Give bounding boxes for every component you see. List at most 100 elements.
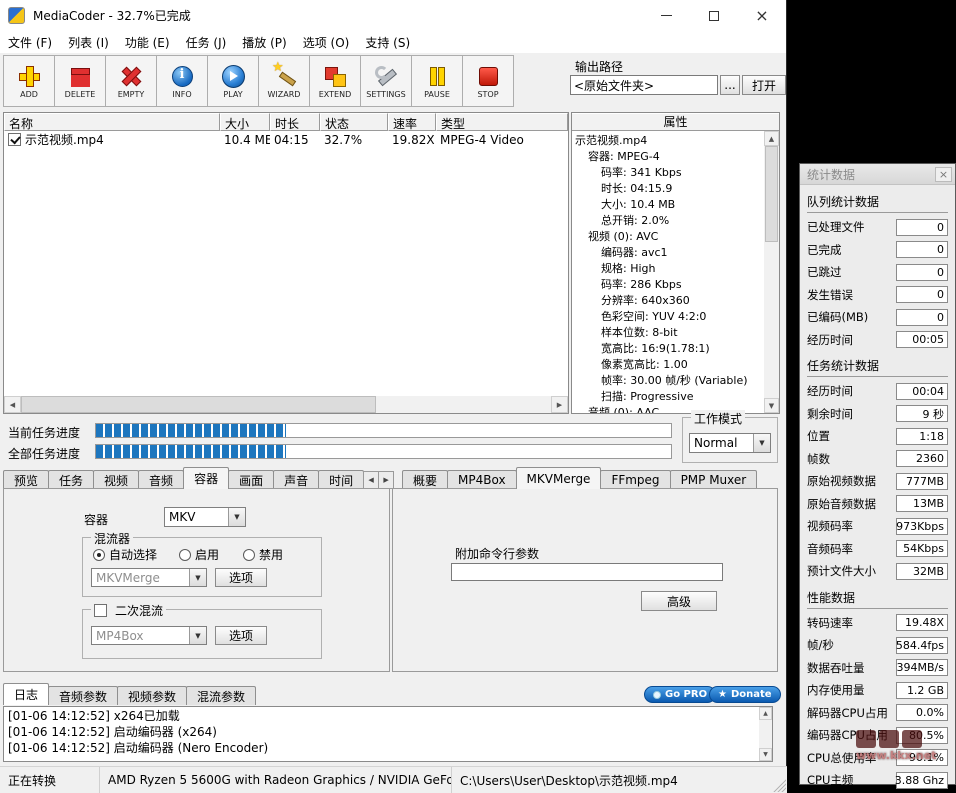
column-header-size[interactable]: 大小	[220, 113, 270, 131]
menu-item[interactable]: 支持 (S)	[357, 32, 418, 53]
donate-button[interactable]: ★ Donate	[709, 686, 781, 703]
property-tree-item[interactable]: 视频 (0): AVC	[572, 229, 764, 245]
property-tree-item[interactable]: 大小: 10.4 MB	[572, 197, 764, 213]
second-mux-options-button[interactable]: 选项	[215, 626, 267, 645]
tab-video[interactable]: 视频	[93, 470, 139, 489]
output-path-input[interactable]	[570, 75, 718, 95]
titlebar[interactable]: MediaCoder - 32.7%已完成 ×	[0, 0, 786, 31]
toolbar-button[interactable]: PLAY	[207, 55, 259, 107]
tab-picture[interactable]: 画面	[228, 470, 274, 489]
go-pro-button[interactable]: Go PRO	[644, 686, 716, 703]
property-tree-item[interactable]: 分辨率: 640x360	[572, 293, 764, 309]
radio-auto-select[interactable]: 自动选择	[93, 546, 157, 563]
tab-preview[interactable]: 预览	[3, 470, 49, 489]
tab-audio[interactable]: 音频	[138, 470, 184, 489]
tab-ffmpeg[interactable]: FFmpeg	[600, 470, 670, 489]
toolbar-button[interactable]: EXTEND	[309, 55, 361, 107]
scroll-right-icon[interactable]: ▶	[551, 396, 568, 413]
scroll-down-icon[interactable]: ▼	[764, 398, 779, 413]
tab-log[interactable]: 日志	[3, 683, 49, 705]
toolbar-button[interactable]: INFO	[156, 55, 208, 107]
tab-mp4box[interactable]: MP4Box	[447, 470, 517, 489]
property-tree-item[interactable]: 编码器: avc1	[572, 245, 764, 261]
radio-disable[interactable]: 禁用	[243, 546, 283, 563]
work-mode-select[interactable]: Normal ▼	[689, 433, 771, 453]
tab-container[interactable]: 容器	[183, 467, 229, 489]
toolbar-button[interactable]: DELETE	[54, 55, 106, 107]
container-format-select[interactable]: MKV ▼	[164, 507, 246, 527]
column-header-type[interactable]: 类型	[436, 113, 568, 131]
menu-item[interactable]: 播放 (P)	[234, 32, 294, 53]
muxer-options-button[interactable]: 选项	[215, 568, 267, 587]
scroll-up-icon[interactable]: ▲	[764, 131, 779, 146]
file-checkbox[interactable]	[8, 133, 21, 146]
toolbar-button[interactable]: ADD	[3, 55, 55, 107]
toolbar-button[interactable]: WIZARD	[258, 55, 310, 107]
toolbar-button[interactable]: STOP	[462, 55, 514, 107]
extra-params-input[interactable]	[451, 563, 723, 581]
column-header-rate[interactable]: 速率	[388, 113, 436, 131]
tab-mux-params[interactable]: 混流参数	[186, 686, 256, 705]
advanced-button[interactable]: 高级	[641, 591, 717, 611]
resize-grip[interactable]	[773, 779, 786, 792]
tab-time[interactable]: 时间	[318, 470, 364, 489]
tab-pmp-muxer[interactable]: PMP Muxer	[670, 470, 758, 489]
table-row[interactable]: 示范视频.mp4 10.4 MB 04:15 32.7% 19.82X MPEG…	[4, 131, 568, 148]
tab-mkvmerge[interactable]: MKVMerge	[516, 467, 602, 489]
property-tree-item[interactable]: 总开销: 2.0%	[572, 213, 764, 229]
column-header-name[interactable]: 名称	[4, 113, 220, 131]
property-tree-item[interactable]: 规格: High	[572, 261, 764, 277]
radio-enable[interactable]: 启用	[179, 546, 219, 563]
menu-item[interactable]: 列表 (I)	[60, 32, 117, 53]
toolbar-button[interactable]: PAUSE	[411, 55, 463, 107]
tab-task[interactable]: 任务	[48, 470, 94, 489]
minimize-button[interactable]	[642, 0, 690, 31]
property-tree-item[interactable]: 扫描: Progressive	[572, 389, 764, 405]
horizontal-scrollbar[interactable]: ◀ ▶	[4, 396, 568, 413]
tab-summary[interactable]: 概要	[402, 470, 448, 489]
property-tree-item[interactable]: 容器: MPEG-4	[572, 149, 764, 165]
scrollbar-thumb[interactable]	[765, 146, 778, 242]
open-button[interactable]: 打开	[742, 75, 786, 95]
mkvmerge-panel: 附加命令行参数 高级	[392, 488, 778, 672]
stats-value: 0	[896, 286, 948, 303]
tab-scroll-right-icon[interactable]: ▶	[378, 471, 394, 489]
log-scrollbar[interactable]: ▲ ▼	[759, 707, 772, 761]
tab-sound[interactable]: 声音	[273, 470, 319, 489]
menu-item[interactable]: 任务 (J)	[178, 32, 235, 53]
tab-audio-params[interactable]: 音频参数	[48, 686, 118, 705]
vertical-scrollbar[interactable]: ▲ ▼	[764, 131, 779, 413]
scroll-down-icon[interactable]: ▼	[759, 748, 772, 761]
property-tree-item[interactable]: 码率: 286 Kbps	[572, 277, 764, 293]
close-icon[interactable]: ×	[935, 167, 952, 182]
property-tree-item[interactable]: 色彩空间: YUV 4:2:0	[572, 309, 764, 325]
property-tree-item[interactable]: 帧率: 30.00 帧/秒 (Variable)	[572, 373, 764, 389]
property-tree-item[interactable]: 码率: 341 Kbps	[572, 165, 764, 181]
property-tree-item[interactable]: 宽高比: 16:9(1.78:1)	[572, 341, 764, 357]
current-progress-fill	[96, 424, 286, 437]
column-header-status[interactable]: 状态	[320, 113, 388, 131]
tab-scroll-left-icon[interactable]: ◀	[363, 471, 379, 489]
scroll-left-icon[interactable]: ◀	[4, 396, 21, 413]
browse-button[interactable]: ...	[720, 75, 740, 95]
toolbar-button[interactable]: EMPTY	[105, 55, 157, 107]
scroll-up-icon[interactable]: ▲	[759, 707, 772, 720]
stats-label: 原始视频数据	[807, 473, 876, 489]
toolbar-button[interactable]: SETTINGS	[360, 55, 412, 107]
close-button[interactable]: ×	[738, 0, 786, 31]
column-header-duration[interactable]: 时长	[270, 113, 320, 131]
statistics-titlebar[interactable]: 统计数据 ×	[800, 164, 955, 185]
property-tree-item[interactable]: 像素宽高比: 1.00	[572, 357, 764, 373]
maximize-button[interactable]	[690, 0, 738, 31]
tab-video-params[interactable]: 视频参数	[117, 686, 187, 705]
menu-item[interactable]: 文件 (F)	[0, 32, 60, 53]
property-tree-item[interactable]: 样本位数: 8-bit	[572, 325, 764, 341]
property-tree-item[interactable]: 时长: 04:15.9	[572, 181, 764, 197]
scrollbar-thumb[interactable]	[21, 396, 376, 413]
stats-label: 预计文件大小	[807, 563, 876, 579]
file-list-body	[4, 148, 568, 396]
property-tree-item[interactable]: 示范视频.mp4	[572, 133, 764, 149]
menu-item[interactable]: 选项 (O)	[295, 32, 358, 53]
second-mux-checkbox[interactable]	[94, 604, 107, 617]
menu-item[interactable]: 功能 (E)	[117, 32, 178, 53]
